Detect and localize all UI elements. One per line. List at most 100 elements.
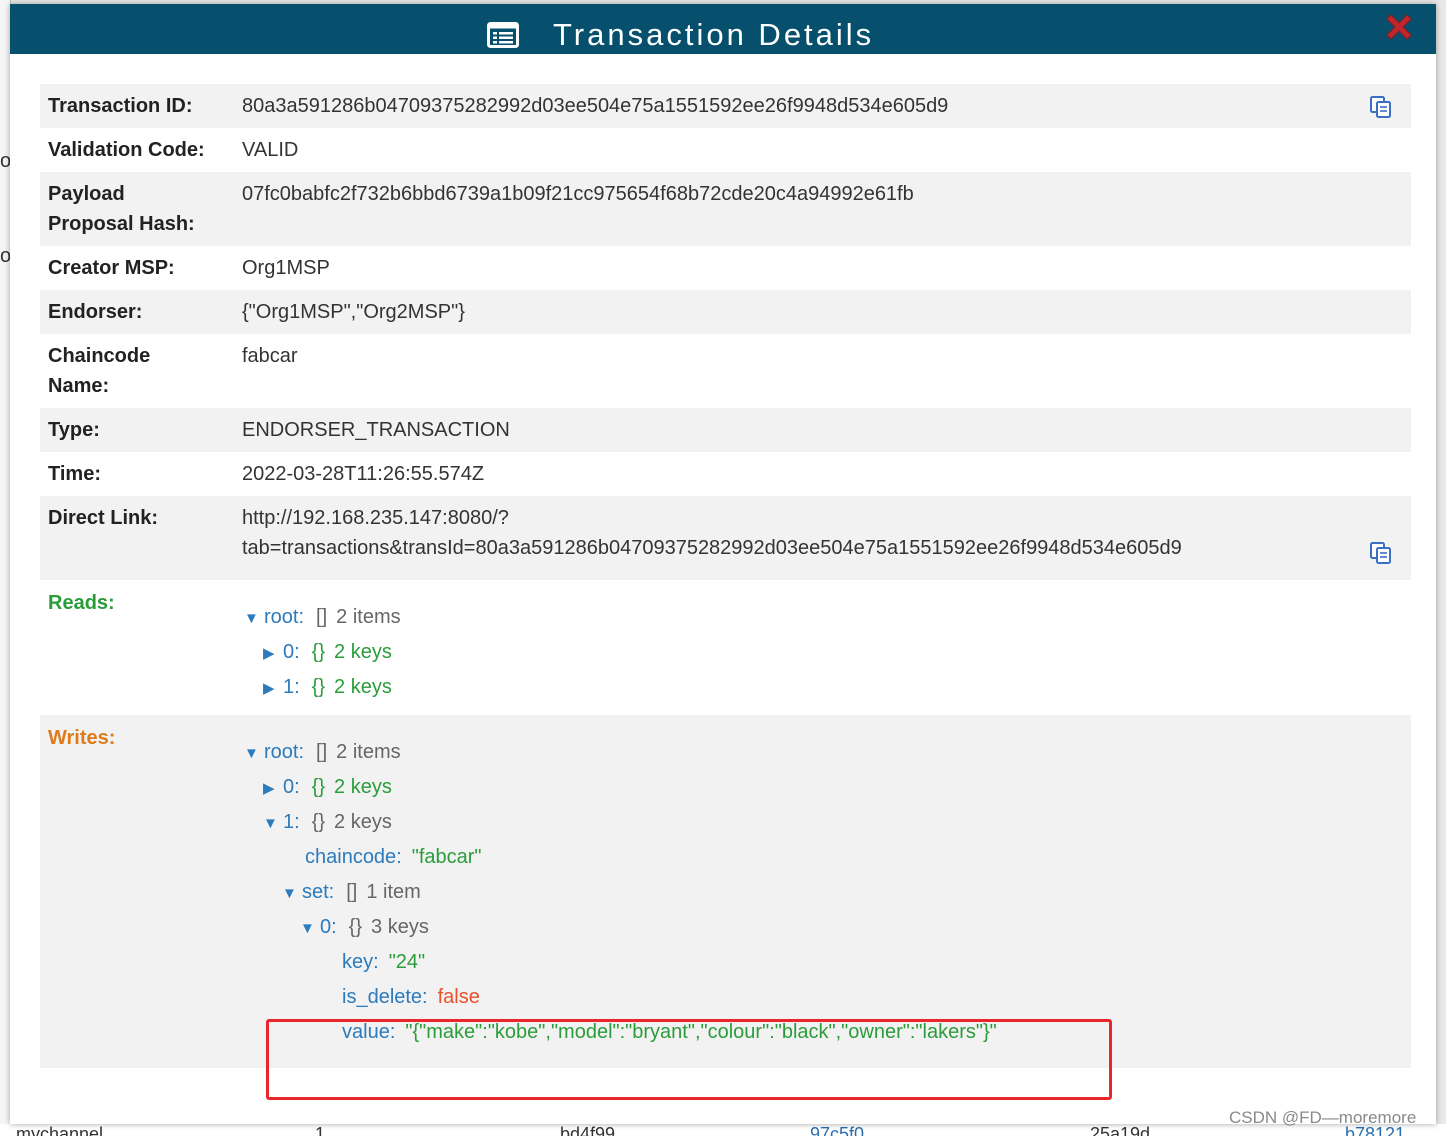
direct-link-line2[interactable]: tab=transactions&transId=80a3a591286b047… (242, 533, 1411, 563)
tree-key: root: (264, 741, 305, 763)
tree-row[interactable]: ▶ 1: {} 2 keys (242, 670, 1411, 705)
transaction-id-cell: 80a3a591286b04709375282992d03ee504e75a15… (242, 84, 1411, 128)
tree-type: [] (346, 881, 358, 903)
caret-down-icon[interactable]: ▼ (263, 806, 283, 841)
payload-hash-value: 07fc0babfc2f732b6bbd6739a1b09f21cc975654… (242, 183, 914, 205)
tree-row[interactable]: ▼ root: [] 2 items (242, 735, 1411, 770)
creator-msp-label: Creator MSP: (48, 257, 175, 279)
tree-key: 0: (283, 776, 300, 798)
tree-key: 0: (320, 916, 337, 938)
chaincode-name-label-line1: Chaincode (48, 345, 151, 367)
row-validation-code: Validation Code: VALID (40, 128, 1411, 172)
caret-right-icon[interactable]: ▶ (263, 771, 283, 806)
tree-row: key: "24" (242, 945, 1411, 980)
time-value: 2022-03-28T11:26:55.574Z (242, 463, 485, 485)
tree-type: {} (311, 641, 326, 663)
watermark: CSDN @FD—moremore (1229, 1108, 1417, 1127)
tree-count: 2 items (336, 741, 401, 763)
payload-hash-label-line1: Payload (48, 183, 125, 205)
row-writes: Writes: ▼ root:[] 2 items ▶ 0:{} 2 keys ▼ 1:{… (40, 715, 1411, 1068)
tree-count: 2 items (336, 606, 401, 628)
caret-down-icon[interactable]: ▼ (244, 601, 264, 636)
modal-title: Transaction Details (553, 17, 875, 52)
list-icon (487, 22, 519, 48)
tree-key: key: (342, 951, 379, 973)
tree-string-value: "24" (388, 951, 426, 973)
tree-type: [] (316, 741, 328, 763)
caret-down-icon[interactable]: ▼ (244, 736, 264, 771)
tree-row[interactable]: ▼ set: [] 1 item (242, 875, 1411, 910)
direct-link-line1[interactable]: http://192.168.235.147:8080/? (242, 503, 1411, 533)
chaincode-name-label: Chaincode Name: (40, 334, 242, 408)
tree-type: [] (316, 606, 328, 628)
direct-link-label: Direct Link: (40, 496, 242, 580)
tree-row[interactable]: ▼ root: [] 2 items (242, 600, 1411, 635)
row-time: Time: 2022-03-28T11:26:55.574Z (40, 452, 1411, 496)
tree-type: {} (311, 676, 326, 698)
tree-count: 2 keys (334, 776, 392, 798)
tree-count: 2 keys (334, 811, 392, 833)
tree-count: 2 keys (334, 641, 392, 663)
background-cell-link[interactable]: 97c5f0 (810, 1124, 864, 1136)
tree-row: chaincode: "fabcar" (242, 840, 1411, 875)
caret-down-icon[interactable]: ▼ (282, 876, 302, 911)
tree-key: 1: (283, 676, 300, 698)
tree-key: root: (264, 606, 305, 628)
tree-string-value: "fabcar" (411, 846, 482, 868)
background-cell: 1 (315, 1124, 326, 1136)
tree-count: 1 item (366, 881, 421, 903)
tree-count: 2 keys (334, 676, 392, 698)
transaction-id-label: Transaction ID: (40, 84, 242, 128)
chaincode-name-value: fabcar (242, 345, 298, 367)
time-label: Time: (48, 463, 101, 485)
background-cell: bd4f99 (560, 1124, 616, 1136)
copy-icon[interactable] (1369, 95, 1393, 119)
tree-count: 3 keys (371, 916, 429, 938)
tree-key: value: (342, 1021, 396, 1043)
row-type: Type: ENDORSER_TRANSACTION (40, 408, 1411, 452)
tree-type: {} (348, 916, 363, 938)
row-payload-hash: Payload Proposal Hash: 07fc0babfc2f732b6… (40, 172, 1411, 246)
tree-row[interactable]: ▶ 0: {} 2 keys (242, 635, 1411, 670)
tree-boolean-value: false (437, 986, 480, 1008)
validation-code-label: Validation Code: (48, 139, 205, 161)
transaction-details-modal: Transaction Details Transaction ID: 80a3… (10, 4, 1436, 1124)
type-value: ENDORSER_TRANSACTION (242, 419, 510, 441)
writes-json-tree: ▼ root:[] 2 items ▶ 0:{} 2 keys ▼ 1:{} 2 keys … (242, 735, 1411, 1050)
transaction-details-table: Transaction ID: 80a3a591286b047093752829… (40, 84, 1411, 1068)
row-endorser: Endorser: {"Org1MSP","Org2MSP"} (40, 290, 1411, 334)
creator-msp-value: Org1MSP (242, 257, 330, 279)
tree-row[interactable]: ▼ 1: {} 2 keys (242, 805, 1411, 840)
tree-string-value: "{"make":"kobe","model":"bryant","colour… (405, 1021, 997, 1043)
caret-down-icon[interactable]: ▼ (300, 911, 320, 946)
tree-key: set: (302, 881, 335, 903)
tree-row: value: "{"make":"kobe","model":"bryant","… (242, 1015, 1411, 1050)
tree-row[interactable]: ▶ 0: {} 2 keys (242, 770, 1411, 805)
row-direct-link: Direct Link: http://192.168.235.147:8080… (40, 496, 1411, 580)
payload-hash-label: Payload Proposal Hash: (40, 172, 242, 246)
copy-icon[interactable] (1369, 541, 1393, 565)
tree-type: {} (311, 776, 326, 798)
chaincode-name-label-line2: Name: (48, 375, 110, 397)
modal-header: Transaction Details (10, 4, 1436, 54)
caret-right-icon[interactable]: ▶ (263, 671, 283, 706)
direct-link-cell: http://192.168.235.147:8080/? tab=transa… (242, 496, 1411, 580)
tree-key: chaincode: (305, 846, 402, 868)
tree-key: 0: (283, 641, 300, 663)
tree-row: is_delete: false (242, 980, 1411, 1015)
tree-key: 1: (283, 811, 300, 833)
close-icon[interactable] (1382, 10, 1416, 44)
transaction-id-value: 80a3a591286b04709375282992d03ee504e75a15… (242, 95, 949, 117)
endorser-value: {"Org1MSP","Org2MSP"} (242, 301, 465, 323)
writes-label: Writes: (40, 715, 242, 1068)
caret-right-icon[interactable]: ▶ (263, 636, 283, 671)
row-transaction-id: Transaction ID: 80a3a591286b047093752829… (40, 84, 1411, 128)
tree-key: is_delete: (342, 986, 428, 1008)
row-chaincode-name: Chaincode Name: fabcar (40, 334, 1411, 408)
tree-type: {} (311, 811, 326, 833)
tree-row[interactable]: ▼ 0: {} 3 keys (242, 910, 1411, 945)
validation-code-value: VALID (242, 139, 299, 161)
reads-label: Reads: (48, 592, 115, 614)
row-reads: Reads: ▼ root: [] 2 items ▶ 0: {} 2 keys ▶ 1: {}… (40, 580, 1411, 715)
row-creator-msp: Creator MSP: Org1MSP (40, 246, 1411, 290)
